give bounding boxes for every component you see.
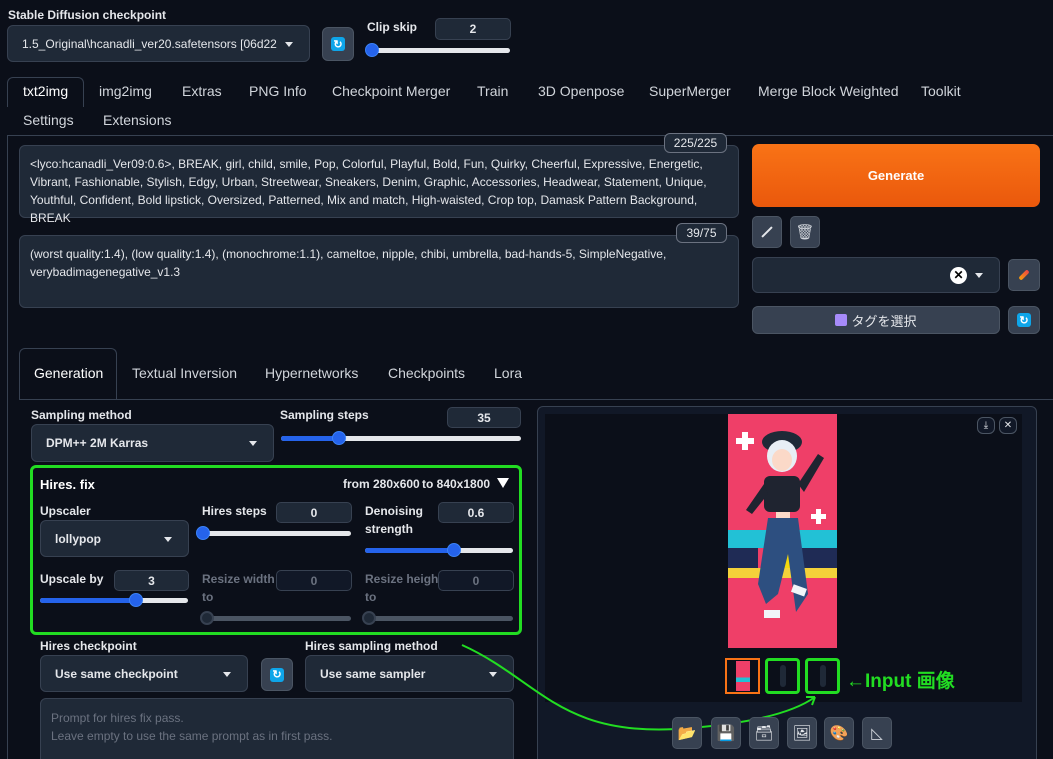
open-folder-button[interactable]: 📂	[672, 717, 702, 749]
zip-button[interactable]: 🗃	[749, 717, 779, 749]
triangle-ruler-icon: ◺	[871, 725, 883, 742]
send-to-img2img-button[interactable]: 🖼	[787, 717, 817, 749]
send-to-extras-button[interactable]: ◺	[862, 717, 892, 749]
picture-icon: 🖼	[792, 725, 812, 742]
send-to-inpaint-button[interactable]: 🎨	[824, 717, 854, 749]
floppy-icon: 💾	[716, 725, 736, 742]
folder-icon: 📂	[677, 725, 697, 742]
save-button[interactable]: 💾	[711, 717, 741, 749]
archive-icon: 🗃	[754, 725, 774, 742]
annotation-arrow	[461, 644, 816, 731]
palette-icon: 🎨	[829, 725, 849, 742]
